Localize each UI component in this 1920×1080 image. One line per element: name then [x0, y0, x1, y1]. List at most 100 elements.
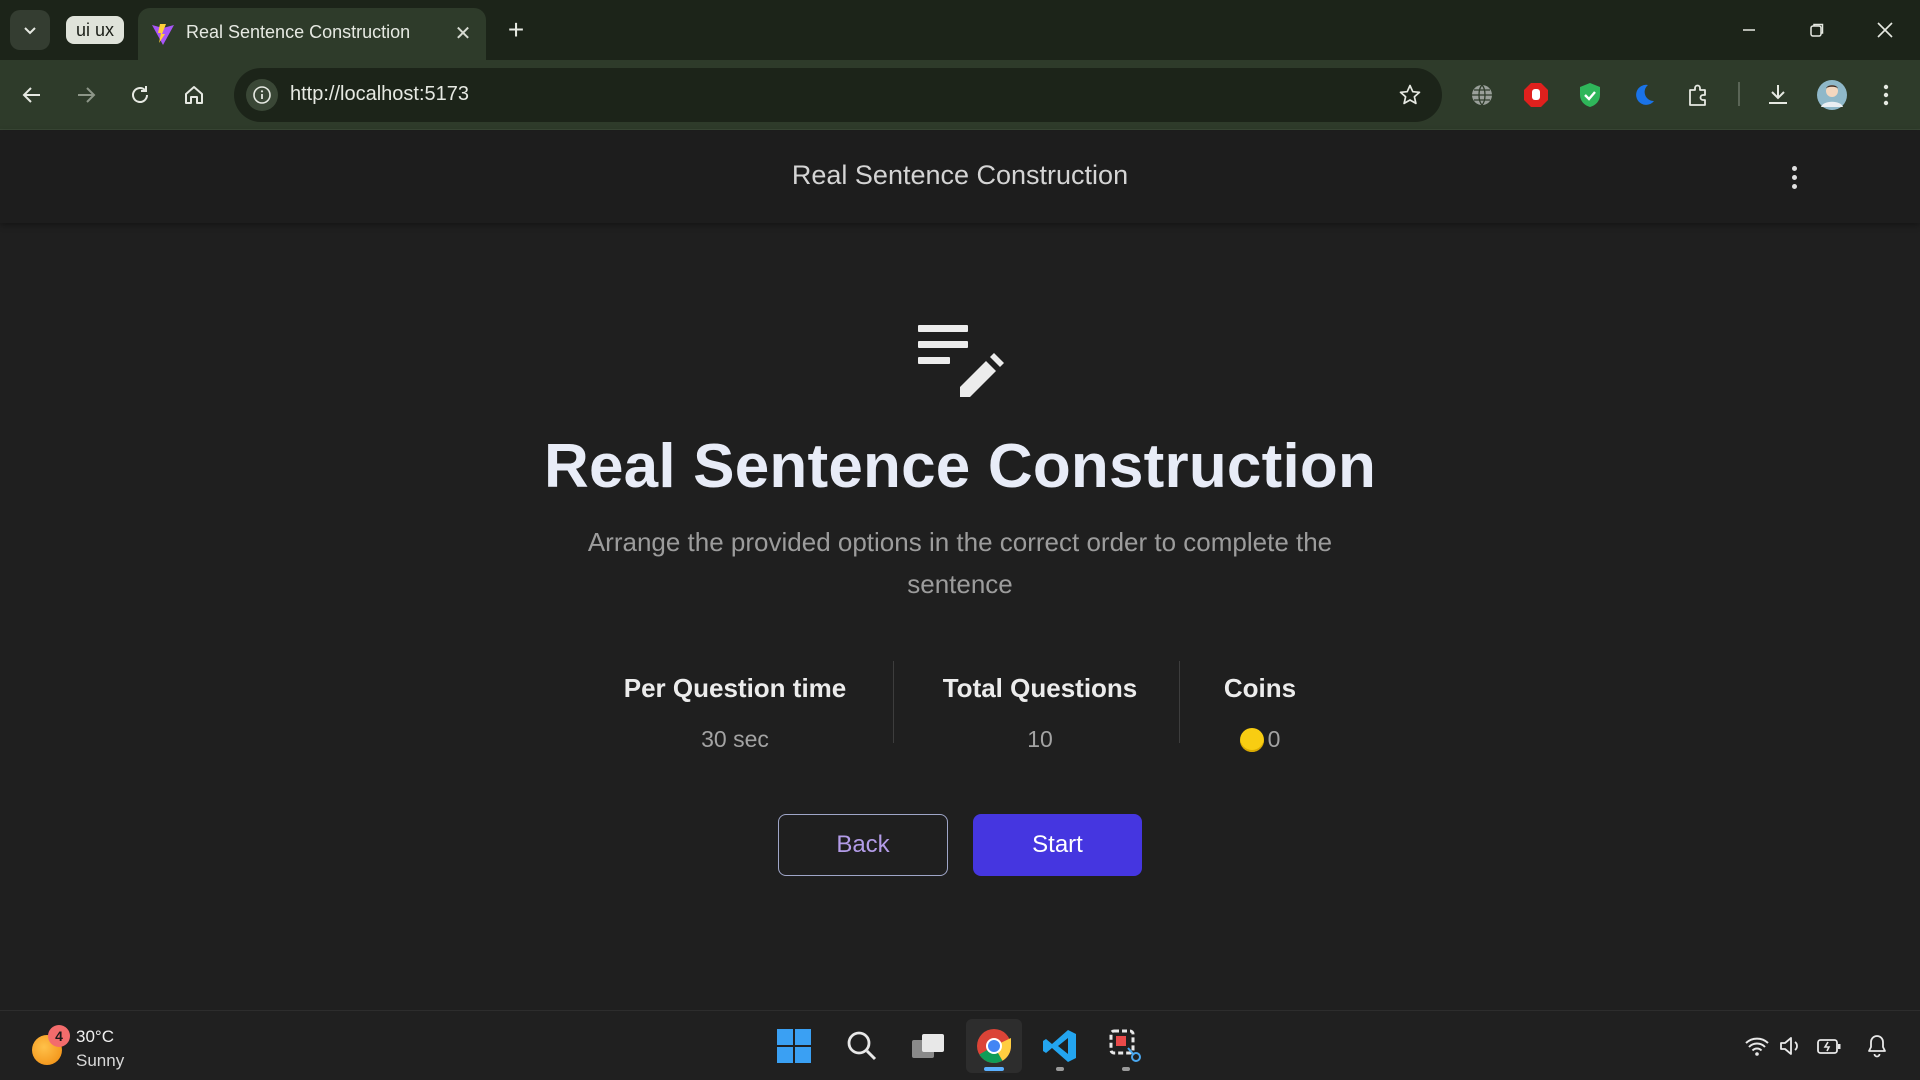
- extensions-menu-button[interactable]: [1680, 77, 1716, 113]
- stat-coins: Coins 0: [1200, 661, 1320, 753]
- stat-label: Total Questions: [942, 673, 1138, 703]
- bell-glyph-icon: [1868, 1035, 1886, 1058]
- page: Real Sentence Construction Real Sentence…: [0, 131, 1920, 1009]
- vscode-icon: [1043, 1030, 1076, 1062]
- vscode-taskbar-button[interactable]: [1032, 1019, 1088, 1073]
- vite-favicon-icon: [152, 24, 174, 45]
- site-info-button[interactable]: [246, 79, 278, 111]
- notification-badge: 4: [48, 1025, 70, 1047]
- weather-temperature: 30°C: [76, 1027, 114, 1046]
- more-vertical-icon: [1883, 84, 1889, 106]
- reload-icon: [132, 86, 148, 103]
- browser-toolbar: http://localhost:5173: [0, 60, 1920, 130]
- toolbar-separator: [1738, 82, 1740, 106]
- search-taskbar-button[interactable]: [834, 1019, 890, 1073]
- home-button[interactable]: [174, 75, 214, 115]
- close-window-button[interactable]: [1860, 10, 1910, 50]
- page-title: Real Sentence Construction: [543, 432, 1377, 501]
- stat-total-questions: Total Questions 10: [910, 661, 1170, 753]
- tab-close-icon[interactable]: ✕: [450, 20, 476, 46]
- battery-glyph-icon: [1817, 1039, 1841, 1054]
- page-subtitle: Arrange the provided options in the corr…: [587, 527, 1333, 599]
- star-icon: [1399, 84, 1421, 105]
- stat-value-text: 30 sec: [701, 726, 769, 752]
- stat-value: 10: [910, 726, 1170, 753]
- weather-condition: Sunny: [76, 1051, 125, 1070]
- windows-logo-icon: [777, 1029, 811, 1063]
- stat-divider: [893, 661, 894, 743]
- browser-menu-button[interactable]: [1868, 77, 1904, 113]
- snipping-tool-icon: [1109, 1029, 1141, 1062]
- running-indicator: [1056, 1067, 1064, 1071]
- header-title: Real Sentence Construction: [791, 160, 1129, 190]
- download-icon: [1769, 85, 1787, 104]
- extension-shield-button[interactable]: [1572, 77, 1608, 113]
- stat-divider: [1179, 661, 1180, 743]
- stop-hand-icon: [1524, 83, 1548, 107]
- chrome-icon: [977, 1029, 1011, 1063]
- arrow-right-icon: [78, 87, 96, 103]
- restore-icon: [1810, 23, 1824, 37]
- more-options-button[interactable]: [1780, 157, 1808, 197]
- coin-icon: [1239, 727, 1264, 752]
- close-icon: [1877, 22, 1893, 38]
- bookmark-star-button[interactable]: [1396, 81, 1424, 109]
- restore-button[interactable]: [1792, 10, 1842, 50]
- downloads-button[interactable]: [1760, 77, 1796, 113]
- notifications-bell-icon[interactable]: [1862, 1031, 1892, 1061]
- speaker-glyph-icon: [1780, 1037, 1798, 1055]
- stat-label: Coins: [1223, 673, 1297, 703]
- tab-search-button[interactable]: [10, 10, 50, 50]
- search-icon: [847, 1031, 877, 1061]
- info-icon: [253, 86, 271, 104]
- stat-per-question-time: Per Question time 30 sec: [600, 661, 870, 753]
- shield-check-icon: [1580, 83, 1600, 107]
- stats-row: Per Question time 30 sec Total Questions…: [600, 661, 1320, 753]
- edit-note-icon: [918, 325, 1004, 397]
- new-tab-button[interactable]: +: [500, 14, 532, 46]
- battery-icon[interactable]: [1814, 1031, 1844, 1061]
- address-bar[interactable]: http://localhost:5173: [234, 68, 1442, 122]
- stat-value: 0: [1200, 726, 1320, 753]
- weather-widget[interactable]: 4 30°C Sunny: [28, 1019, 168, 1073]
- profile-avatar-button[interactable]: [1814, 77, 1850, 113]
- back-button[interactable]: Back: [778, 814, 948, 876]
- home-icon: [185, 86, 203, 104]
- reload-button[interactable]: [120, 75, 160, 115]
- volume-icon[interactable]: [1776, 1031, 1806, 1061]
- extension-adblock-button[interactable]: [1518, 77, 1554, 113]
- extension-globe-button[interactable]: [1464, 77, 1500, 113]
- minimize-button[interactable]: [1724, 10, 1774, 50]
- dot-icon: [1791, 174, 1797, 180]
- stat-value-text: 0: [1267, 726, 1281, 752]
- dot-icon: [1791, 165, 1797, 171]
- start-button-taskbar[interactable]: [766, 1019, 822, 1073]
- url-text[interactable]: http://localhost:5173: [290, 83, 469, 106]
- active-indicator: [984, 1067, 1004, 1071]
- app-header: Real Sentence Construction: [0, 131, 1920, 223]
- tab-group-chip[interactable]: ui ux: [66, 16, 125, 44]
- puzzle-icon: [1689, 84, 1706, 106]
- extension-darkmode-button[interactable]: [1626, 77, 1662, 113]
- forward-nav-button[interactable]: [66, 75, 106, 115]
- moon-icon: [1636, 84, 1654, 105]
- arrow-left-icon: [22, 87, 40, 103]
- wifi-icon[interactable]: [1742, 1031, 1772, 1061]
- back-nav-button[interactable]: [12, 75, 52, 115]
- stat-label: Per Question time: [623, 673, 847, 703]
- minimize-icon: [1743, 29, 1755, 31]
- chevron-down-icon: [24, 27, 36, 35]
- stat-value-text: 10: [1027, 726, 1053, 752]
- stat-value: 30 sec: [600, 726, 870, 753]
- tab-title: Real Sentence Construction: [186, 22, 411, 42]
- running-indicator: [1122, 1067, 1130, 1071]
- taskbar: 4 30°C Sunny: [0, 1010, 1920, 1080]
- snipping-tool-taskbar-button[interactable]: [1098, 1019, 1154, 1073]
- task-view-button[interactable]: [900, 1019, 956, 1073]
- task-view-icon: [912, 1034, 944, 1058]
- wifi-glyph-icon: [1745, 1037, 1769, 1056]
- chrome-taskbar-button[interactable]: [966, 1019, 1022, 1073]
- dot-icon: [1791, 183, 1797, 189]
- tab-active[interactable]: Real Sentence Construction ✕: [138, 8, 486, 60]
- start-button[interactable]: Start: [973, 814, 1142, 876]
